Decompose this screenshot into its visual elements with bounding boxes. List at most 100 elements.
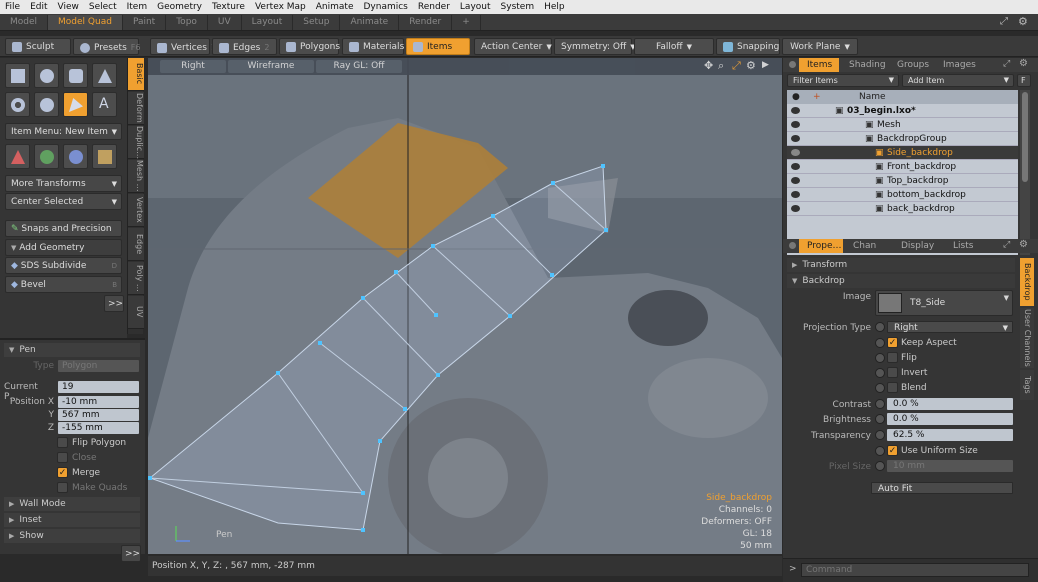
image-picker[interactable]: T8_Side ▼ xyxy=(875,290,1013,316)
tool-category-tab[interactable]: Edge xyxy=(128,228,144,261)
backdrop-section[interactable]: ▼ Backdrop xyxy=(787,274,1015,288)
tool-category-tab[interactable]: Mesh … xyxy=(128,160,144,193)
invert-checkbox[interactable] xyxy=(887,367,898,378)
cube-tool-icon[interactable] xyxy=(5,63,30,88)
tree-row[interactable]: ▣ 03_begin.lxo* xyxy=(787,104,1018,118)
rotate-tool-icon[interactable] xyxy=(34,144,59,169)
eye-icon[interactable] xyxy=(791,177,800,184)
layout-tab[interactable]: Setup xyxy=(293,14,341,30)
position-z-field[interactable]: -155 mm xyxy=(58,422,139,434)
bevel-button[interactable]: ◆ Bevel B xyxy=(5,276,122,293)
tab-properties[interactable]: Prope… xyxy=(799,239,843,253)
brightness-dot[interactable] xyxy=(875,414,885,424)
materials-button[interactable]: Materials xyxy=(342,38,404,55)
tab-groups[interactable]: Groups xyxy=(889,58,937,72)
item-menu-dropdown[interactable]: Item Menu: New Item ▼ xyxy=(5,123,122,140)
more-tools-button[interactable]: >> xyxy=(104,295,124,312)
tree-row[interactable]: ▣ Top_backdrop xyxy=(787,174,1018,188)
projection-keyframe-dot[interactable] xyxy=(875,322,885,332)
uniform-size-checkbox[interactable]: ✓ xyxy=(887,445,898,456)
tool-category-tab[interactable]: UV xyxy=(128,296,144,329)
layout-tab[interactable]: Animate xyxy=(340,14,400,30)
eye-icon[interactable] xyxy=(791,107,800,114)
tree-row[interactable]: ▣ bottom_backdrop xyxy=(787,188,1018,202)
menu-item[interactable]: Layout xyxy=(455,2,496,12)
viewport-settings-icon[interactable]: ⚙ xyxy=(746,59,756,72)
inset-section[interactable]: ▶ Inset xyxy=(4,513,140,527)
layout-tab[interactable]: Render xyxy=(399,14,453,30)
zoom-icon[interactable]: ⌕ xyxy=(718,59,724,73)
cylinder-tool-icon[interactable] xyxy=(63,63,88,88)
tool-category-tab[interactable]: Poly … xyxy=(128,262,144,295)
viewport[interactable] xyxy=(148,58,782,554)
layout-tab[interactable]: Paint xyxy=(123,14,167,30)
projection-type-dropdown[interactable]: Right ▼ xyxy=(887,321,1013,333)
position-y-field[interactable]: 567 mm xyxy=(58,409,139,421)
items-button[interactable]: Items xyxy=(406,38,470,55)
add-item-dropdown[interactable]: Add Item ▼ xyxy=(902,74,1014,87)
pixel-size-field[interactable]: 10 mm xyxy=(887,460,1013,472)
eye-icon[interactable] xyxy=(791,135,800,142)
menu-item[interactable]: Edit xyxy=(25,2,52,12)
edges-button[interactable]: Edges 2 xyxy=(212,38,277,55)
tab-channels[interactable]: Chan … xyxy=(845,239,893,265)
torus-tool-icon[interactable] xyxy=(5,92,30,117)
layout-tab[interactable]: Model Quad xyxy=(48,14,123,30)
type-dropdown[interactable]: Polygon xyxy=(58,360,139,372)
tree-row[interactable]: ▣ Side_backdrop xyxy=(787,146,1018,160)
transparency-field[interactable]: 62.5 % xyxy=(887,429,1013,441)
menu-item[interactable]: File xyxy=(0,2,25,12)
maximize-icon[interactable]: ⤢ xyxy=(1003,240,1010,250)
viewport-menu-icon[interactable]: ▶ xyxy=(762,60,769,70)
transparency-dot[interactable] xyxy=(875,430,885,440)
contrast-dot[interactable] xyxy=(875,399,885,409)
tool-category-tab[interactable]: Basic xyxy=(128,58,144,91)
tool-category-tab[interactable]: Vertex xyxy=(128,194,144,227)
center-selected-dropdown[interactable]: Center Selected ▼ xyxy=(5,193,122,210)
layout-tab[interactable]: + xyxy=(452,14,481,30)
pan-icon[interactable]: ✥ xyxy=(704,59,713,72)
menu-item[interactable]: Help xyxy=(539,2,570,12)
position-x-field[interactable]: -10 mm xyxy=(58,396,139,408)
more-transforms-dropdown[interactable]: More Transforms ▼ xyxy=(5,175,122,192)
sphere-tool-icon[interactable] xyxy=(34,63,59,88)
menu-item[interactable]: System xyxy=(496,2,540,12)
pixel-size-dot[interactable] xyxy=(875,461,885,471)
gear-icon[interactable]: ⚙ xyxy=(1019,58,1028,69)
panel-menu-icon[interactable] xyxy=(789,242,796,249)
sculpt-button[interactable]: Sculpt xyxy=(5,38,71,55)
tab-shading[interactable]: Shading xyxy=(841,58,893,72)
make-quads-checkbox[interactable] xyxy=(57,482,68,493)
action-center-dropdown[interactable]: Action Center ▼ xyxy=(474,38,552,55)
pen-tool-icon[interactable] xyxy=(63,92,88,117)
menu-item[interactable]: Item xyxy=(122,2,153,12)
work-plane-dropdown[interactable]: Work Plane ▼ xyxy=(782,38,858,55)
layout-tab[interactable]: Topo xyxy=(166,14,208,30)
invert-dot[interactable] xyxy=(875,368,885,378)
maximize-icon[interactable]: ⤢ xyxy=(1000,16,1008,27)
transform-tool-icon[interactable] xyxy=(92,144,117,169)
tab-lists[interactable]: Lists xyxy=(945,239,985,253)
layout-tab[interactable]: Layout xyxy=(242,14,294,30)
menu-item[interactable]: View xyxy=(53,2,84,12)
command-input[interactable] xyxy=(801,563,1029,577)
scale-tool-icon[interactable] xyxy=(63,144,88,169)
snapping-button[interactable]: Snapping xyxy=(716,38,780,55)
tree-row[interactable]: ▣ BackdropGroup xyxy=(787,132,1018,146)
eye-icon[interactable] xyxy=(791,191,800,198)
polygons-button[interactable]: Polygons xyxy=(279,38,340,55)
eye-icon[interactable] xyxy=(791,149,800,156)
uniform-size-dot[interactable] xyxy=(875,446,885,456)
eye-icon[interactable] xyxy=(791,163,800,170)
wall-mode-section[interactable]: ▶ Wall Mode xyxy=(4,497,140,511)
more-properties-button[interactable]: >> xyxy=(121,545,141,562)
menu-item[interactable]: Render xyxy=(413,2,455,12)
layout-tab[interactable]: UV xyxy=(208,14,242,30)
menu-item[interactable]: Texture xyxy=(207,2,250,12)
tree-row[interactable]: ▣ back_backdrop xyxy=(787,202,1018,216)
pen-section-header[interactable]: ▼ Pen xyxy=(4,343,140,357)
gear-icon[interactable]: ⚙ xyxy=(1018,15,1028,28)
sds-subdivide-button[interactable]: ◆ SDS Subdivide D xyxy=(5,257,122,274)
presets-button[interactable]: Presets F6 xyxy=(73,38,140,55)
move-tool-icon[interactable] xyxy=(5,144,30,169)
